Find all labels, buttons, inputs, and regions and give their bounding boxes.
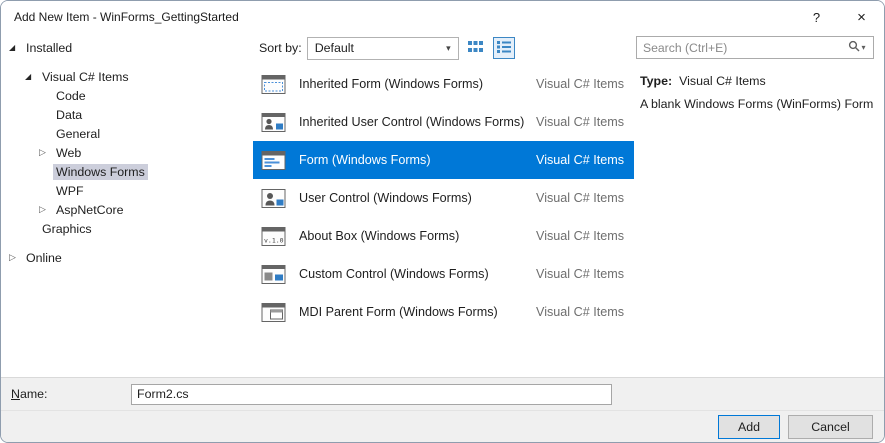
tree-item-data[interactable]: Data	[1, 105, 253, 124]
tree-item-wpf[interactable]: WPF	[1, 181, 253, 200]
tree-item-web[interactable]: ▷ Web	[1, 143, 253, 162]
add-new-item-dialog: Add New Item - WinForms_GettingStarted ?…	[0, 0, 885, 443]
cancel-button[interactable]: Cancel	[788, 415, 873, 439]
tree-item-code[interactable]: Code	[1, 86, 253, 105]
template-type: Visual C# Items	[536, 115, 624, 129]
close-button[interactable]: ×	[839, 1, 884, 33]
expander-collapsed-icon[interactable]: ▷	[9, 253, 23, 262]
template-type-line: Type: Visual C# Items	[640, 74, 874, 88]
category-tree: ◢ Installed ◢ Visual C# Items Code Data …	[1, 33, 253, 377]
type-value: Visual C# Items	[679, 74, 766, 88]
medium-icons-icon	[468, 40, 483, 57]
button-row: Add Cancel	[1, 411, 884, 442]
name-row: Name:	[1, 378, 884, 411]
tree-item-graphics[interactable]: Graphics	[1, 219, 253, 238]
type-label: Type:	[640, 74, 672, 88]
title-bar: Add New Item - WinForms_GettingStarted ?…	[1, 1, 884, 33]
template-type: Visual C# Items	[536, 77, 624, 91]
tree-item-aspnetcore[interactable]: ▷ AspNetCore	[1, 200, 253, 219]
template-item-user-control[interactable]: User Control (Windows Forms) Visual C# I…	[253, 179, 634, 217]
search-input[interactable]	[637, 41, 841, 55]
template-type: Visual C# Items	[536, 153, 624, 167]
template-item-form[interactable]: Form (Windows Forms) Visual C# Items	[253, 141, 634, 179]
search-icon	[848, 40, 860, 55]
tree-item-visual-csharp-items[interactable]: ◢ Visual C# Items	[1, 67, 253, 86]
help-button[interactable]: ?	[794, 1, 839, 33]
expander-collapsed-icon[interactable]: ▷	[39, 205, 53, 214]
name-input[interactable]	[131, 384, 612, 405]
template-type: Visual C# Items	[536, 267, 624, 281]
sort-dropdown-value: Default	[315, 41, 354, 55]
template-list: Inherited Form (Windows Forms) Visual C#…	[253, 65, 634, 377]
inherited-user-control-icon	[261, 112, 287, 133]
user-control-icon	[261, 188, 287, 209]
tree-item-general[interactable]: General	[1, 124, 253, 143]
template-name: Custom Control (Windows Forms)	[299, 267, 489, 281]
svg-text:v.1.0: v.1.0	[264, 236, 284, 244]
tree-item-windows-forms[interactable]: Windows Forms	[1, 162, 253, 181]
search-button[interactable]: ▾	[841, 37, 873, 58]
list-view-button[interactable]	[493, 37, 515, 59]
template-type: Visual C# Items	[536, 305, 624, 319]
tree-item-installed[interactable]: ◢ Installed	[1, 38, 253, 57]
form-icon	[261, 150, 287, 171]
template-name: Form (Windows Forms)	[299, 153, 431, 167]
about-box-icon: v.1.0	[261, 226, 287, 247]
tree-item-online[interactable]: ▷ Online	[1, 248, 253, 267]
template-item-inherited-form[interactable]: Inherited Form (Windows Forms) Visual C#…	[253, 65, 634, 103]
expander-collapsed-icon[interactable]: ▷	[39, 148, 53, 157]
chevron-down-icon: ▾	[446, 43, 451, 54]
dialog-content: ◢ Installed ◢ Visual C# Items Code Data …	[1, 33, 884, 377]
sort-dropdown[interactable]: Default ▾	[307, 37, 459, 60]
template-type: Visual C# Items	[536, 191, 624, 205]
template-item-about-box[interactable]: v.1.0 About Box (Windows Forms) Visual C…	[253, 217, 634, 255]
add-button[interactable]: Add	[718, 415, 780, 439]
window-title: Add New Item - WinForms_GettingStarted	[14, 10, 239, 24]
titlebar-buttons: ? ×	[794, 1, 884, 33]
template-description: A blank Windows Forms (WinForms) Form	[640, 97, 874, 111]
search-box: ▾	[636, 36, 874, 59]
inherited-form-icon	[261, 74, 287, 95]
custom-control-icon	[261, 264, 287, 285]
expander-expanded-icon[interactable]: ◢	[25, 73, 39, 81]
template-type: Visual C# Items	[536, 229, 624, 243]
mdi-parent-form-icon	[261, 302, 287, 323]
template-name: Inherited User Control (Windows Forms)	[299, 115, 524, 129]
list-view-icon	[497, 41, 511, 56]
template-item-mdi-parent-form[interactable]: MDI Parent Form (Windows Forms) Visual C…	[253, 293, 634, 331]
sort-by-label: Sort by:	[259, 41, 302, 55]
template-panel: Sort by: Default ▾ Inherited Form	[253, 33, 634, 377]
name-label: Name:	[11, 387, 131, 401]
medium-icons-view-button[interactable]	[465, 37, 487, 59]
template-name: About Box (Windows Forms)	[299, 229, 459, 243]
template-name: MDI Parent Form (Windows Forms)	[299, 305, 498, 319]
sort-toolbar: Sort by: Default ▾	[253, 33, 634, 63]
expander-expanded-icon[interactable]: ◢	[9, 44, 23, 52]
dialog-footer: Name: Add Cancel	[1, 377, 884, 442]
template-item-custom-control[interactable]: Custom Control (Windows Forms) Visual C#…	[253, 255, 634, 293]
chevron-down-icon: ▾	[861, 43, 865, 52]
template-name: User Control (Windows Forms)	[299, 191, 472, 205]
template-item-inherited-user-control[interactable]: Inherited User Control (Windows Forms) V…	[253, 103, 634, 141]
template-name: Inherited Form (Windows Forms)	[299, 77, 483, 91]
details-panel: ▾ Type: Visual C# Items A blank Windows F…	[634, 33, 884, 377]
